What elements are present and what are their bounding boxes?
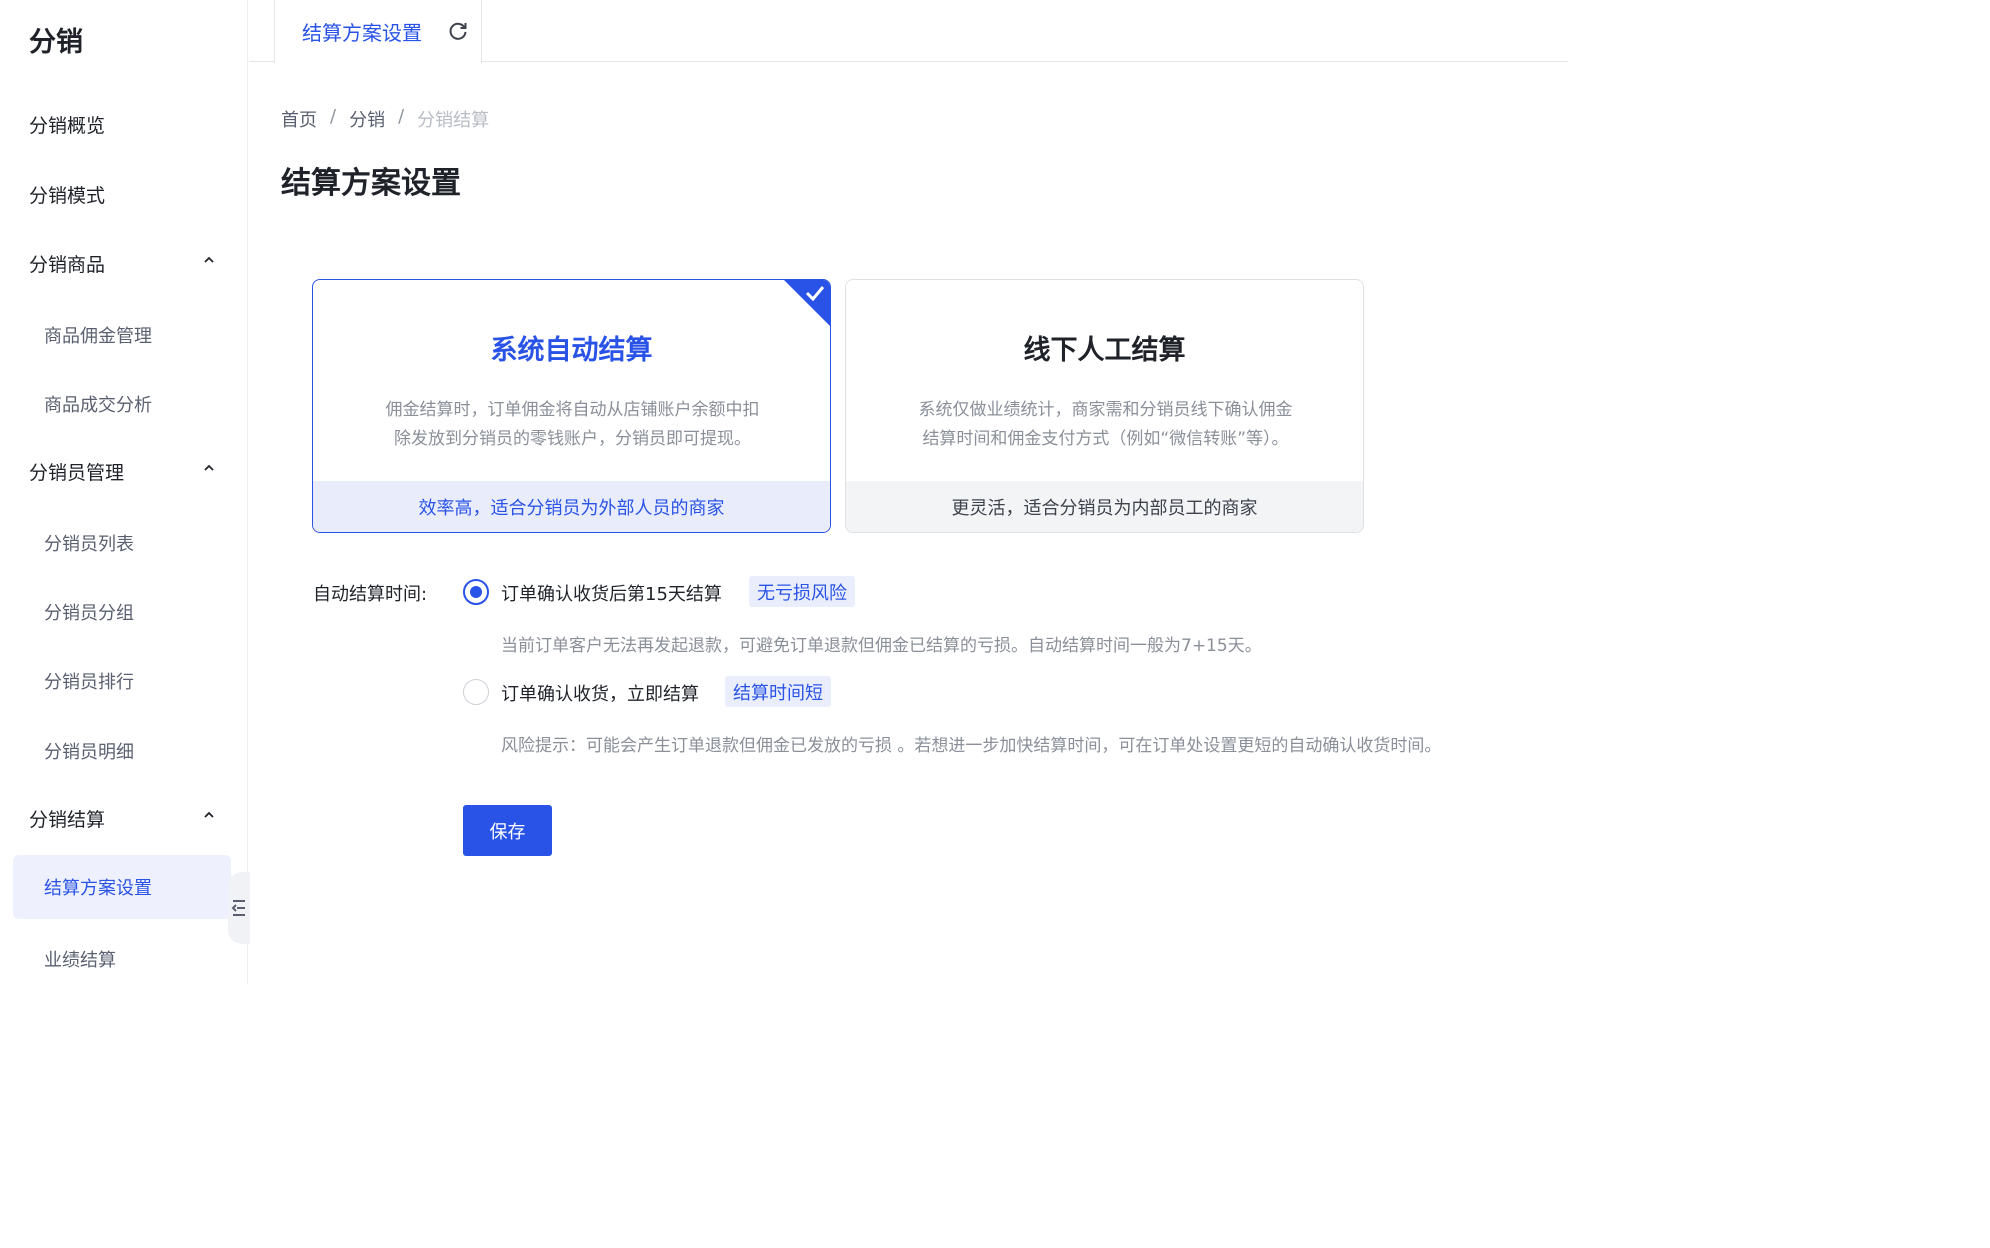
breadcrumb-separator: / (398, 106, 405, 127)
sidebar-item-overview[interactable]: 分销概览 (0, 92, 248, 156)
radio-settle-15-days[interactable] (463, 579, 489, 605)
breadcrumb-separator: / (330, 106, 337, 127)
refresh-icon[interactable] (447, 20, 469, 42)
plan-footer: 效率高，适合分销员为外部人员的商家 (313, 481, 830, 532)
plan-card-auto[interactable]: 系统自动结算 佣金结算时，订单佣金将自动从店铺账户余额中扣 除发放到分销员的零钱… (312, 279, 831, 533)
plan-title: 系统自动结算 (490, 335, 653, 366)
radio-settle-immediate[interactable] (463, 679, 489, 705)
tab-settlement-plan[interactable]: 结算方案设置 (274, 0, 482, 63)
plan-card-offline[interactable]: 线下人工结算 系统仅做业绩统计，商家需和分销员线下确认佣金 结算时间和佣金支付方… (845, 279, 1364, 533)
tag-no-loss-risk: 无亏损风险 (749, 576, 855, 607)
sidebar-item-distributor-groups[interactable]: 分销员分组 (0, 580, 248, 644)
collapse-menu-icon (231, 900, 245, 916)
sidebar-item-settlement[interactable]: 分销结算 (0, 786, 248, 850)
option-label-immediate[interactable]: 订单确认收货，立即结算 (501, 680, 699, 706)
chevron-up-icon (204, 256, 214, 263)
settle-time-label: 自动结算时间: (313, 584, 428, 605)
tab-bar: 结算方案设置 (249, 0, 1568, 63)
plan-title: 线下人工结算 (1023, 335, 1186, 366)
sidebar: 分销 分销概览 分销模式 分销商品 商品佣金管理 商品成交分析 分销员管理 分销… (0, 0, 250, 984)
plan-description: 系统仅做业绩统计，商家需和分销员线下确认佣金 结算时间和佣金支付方式（例如“微信… (918, 400, 1293, 449)
chevron-up-icon (204, 464, 214, 471)
sidebar-item-commission[interactable]: 商品佣金管理 (0, 303, 248, 367)
breadcrumb: 首页 / 分销 / 分销结算 (281, 106, 489, 132)
option-label-15-days[interactable]: 订单确认收货后第15天结算 (501, 580, 722, 606)
sidebar-brand: 分销 (29, 27, 83, 58)
sidebar-item-distributor-list[interactable]: 分销员列表 (0, 511, 248, 575)
sidebar-item-performance-settlement[interactable]: 业绩结算 (0, 927, 248, 991)
sidebar-item-deal-analysis[interactable]: 商品成交分析 (0, 372, 248, 436)
save-button[interactable]: 保存 (463, 805, 552, 856)
sidebar-item-distributor-ranking[interactable]: 分销员排行 (0, 649, 248, 713)
tag-short-settle-time: 结算时间短 (725, 676, 831, 707)
option-desc-immediate: 风险提示：可能会产生订单退款但佣金已发放的亏损 。若想进一步加快结算时间，可在订… (501, 736, 1442, 756)
selected-check-icon (784, 280, 830, 326)
breadcrumb-home[interactable]: 首页 (281, 106, 317, 132)
breadcrumb-current: 分销结算 (417, 110, 490, 131)
breadcrumb-distribution[interactable]: 分销 (349, 106, 385, 132)
sidebar-item-settlement-plan[interactable]: 结算方案设置 (13, 855, 231, 919)
sidebar-item-distributors[interactable]: 分销员管理 (0, 439, 248, 503)
plan-footer: 更灵活，适合分销员为内部员工的商家 (846, 481, 1363, 532)
sidebar-item-distributor-details[interactable]: 分销员明细 (0, 719, 248, 783)
page-title: 结算方案设置 (281, 166, 461, 201)
tab-label: 结算方案设置 (302, 21, 422, 45)
chevron-up-icon (204, 811, 214, 818)
sidebar-item-mode[interactable]: 分销模式 (0, 162, 248, 226)
plan-description: 佣金结算时，订单佣金将自动从店铺账户余额中扣 除发放到分销员的零钱账户，分销员即… (385, 400, 760, 449)
sidebar-collapse-handle[interactable] (228, 872, 250, 944)
sidebar-item-products[interactable]: 分销商品 (0, 231, 248, 295)
option-desc-15-days: 当前订单客户无法再发起退款，可避免订单退款但佣金已结算的亏损。自动结算时间一般为… (501, 636, 1262, 656)
